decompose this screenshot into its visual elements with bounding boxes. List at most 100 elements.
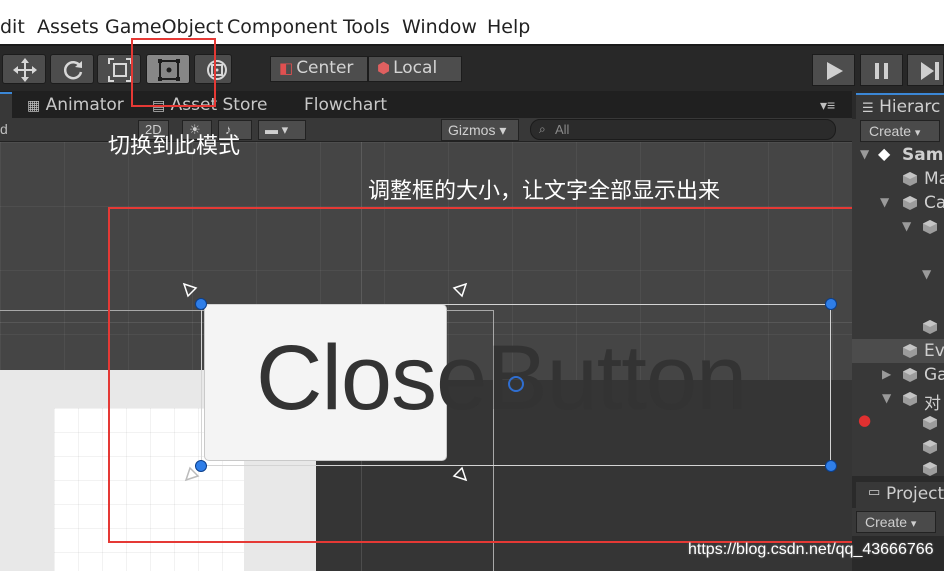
- image-icon: ▬: [265, 122, 278, 137]
- play-button[interactable]: [812, 54, 855, 86]
- mushroom-icon: ●: [858, 411, 872, 429]
- pivot-handle[interactable]: [508, 376, 524, 392]
- step-button[interactable]: [907, 54, 944, 86]
- effects-dropdown[interactable]: ▬ ▾: [258, 120, 306, 140]
- menu-gameobject[interactable]: GameObject: [105, 16, 223, 38]
- scale-icon: [108, 58, 132, 82]
- chevron-down-icon: ▾: [914, 127, 921, 139]
- anchor-bottom-right-icon[interactable]: [446, 460, 468, 482]
- gameobject-cube-icon: [923, 440, 937, 454]
- chevron-down-icon: ▾: [499, 122, 507, 138]
- tab-scene[interactable]: [0, 92, 12, 118]
- transform-tool-button[interactable]: [194, 54, 232, 84]
- watermark-url: https://blog.csdn.net/qq_43666766: [688, 541, 934, 558]
- expand-arrow-icon[interactable]: ▶: [882, 367, 891, 381]
- anchor-top-left-icon[interactable]: [182, 282, 204, 304]
- resize-hint-annotation: 调整框的大小，让文字全部显示出来: [368, 179, 721, 204]
- hierarchy-row-label: Ma: [924, 169, 944, 189]
- resize-handle-top-right[interactable]: [825, 298, 837, 310]
- gameobject-cube-icon: [903, 392, 917, 406]
- gameobject-cube-icon: [903, 196, 917, 210]
- main-toolbar: ◧ Center ⬢ Local: [0, 44, 944, 91]
- gameobject-cube-icon: [923, 416, 937, 430]
- step-icon: [921, 62, 939, 80]
- menu-assets[interactable]: Assets: [37, 16, 99, 38]
- gameobject-cube-icon: [903, 344, 917, 358]
- hierarchy-row[interactable]: ▼: [852, 215, 944, 239]
- hierarchy-row[interactable]: ▼ ◆ Sam: [852, 143, 944, 167]
- rect-tool-icon: [158, 59, 180, 81]
- menu-window[interactable]: Window: [402, 16, 477, 38]
- hierarchy-row[interactable]: ▶ Ga: [852, 363, 944, 387]
- tab-asset-store-label: Asset Store: [170, 95, 268, 115]
- cube-local-icon: ⬢: [377, 59, 391, 77]
- menu-component[interactable]: Component: [227, 16, 337, 38]
- hierarchy-list: ▼ ◆ Sam Ma ▼ Ca ▼ ▼ Ev ▶ Ga ▼ 对 ●: [852, 143, 944, 476]
- pause-button[interactable]: [860, 54, 903, 86]
- project-create-label: Create: [865, 514, 908, 530]
- rect-tool-button[interactable]: [146, 54, 190, 84]
- expand-arrow-icon[interactable]: ▼: [880, 195, 889, 209]
- animator-icon: ▦: [27, 98, 41, 114]
- hierarchy-row-label: Ev: [924, 341, 944, 361]
- tab-animator[interactable]: ▦ Animator: [27, 95, 124, 115]
- hierarchy-row[interactable]: ▼ 对: [852, 387, 944, 411]
- tab-hierarchy[interactable]: ☰ Hierarc: [856, 93, 944, 119]
- expand-arrow-icon[interactable]: ▼: [902, 219, 911, 233]
- menu-tools[interactable]: Tools: [343, 16, 390, 38]
- tab-project-label: Project: [886, 484, 944, 504]
- hierarchy-row[interactable]: ▼ Ca: [852, 191, 944, 215]
- project-toolbar: Create ▾: [852, 508, 944, 536]
- hierarchy-row[interactable]: [852, 315, 944, 339]
- hierarchy-row[interactable]: [852, 435, 944, 459]
- resize-handle-bottom-right[interactable]: [825, 460, 837, 472]
- rotate-icon: [63, 61, 83, 80]
- anchor-bottom-left-icon[interactable]: [184, 460, 206, 482]
- rotate-tool-button[interactable]: [50, 54, 94, 84]
- expand-arrow-icon[interactable]: ▼: [860, 147, 869, 161]
- move-tool-button[interactable]: [2, 54, 46, 84]
- hierarchy-create-button[interactable]: Create ▾: [860, 120, 940, 142]
- pivot-local-label: Local: [393, 58, 438, 78]
- tab-animator-label: Animator: [45, 95, 124, 115]
- project-create-button[interactable]: Create ▾: [856, 511, 936, 533]
- tab-flowchart[interactable]: Flowchart: [304, 95, 387, 115]
- scene-view[interactable]: CloseButton: [0, 142, 852, 571]
- pivot-local-button[interactable]: ⬢ Local: [368, 56, 462, 82]
- hierarchy-row-label: Sam: [902, 145, 944, 165]
- chevron-down-icon: ▾: [281, 122, 289, 137]
- hierarchy-row[interactable]: [852, 239, 944, 263]
- gizmos-dropdown[interactable]: Gizmos ▾: [441, 119, 519, 141]
- menu-edit[interactable]: dit: [0, 16, 25, 38]
- pivot-center-label: Center: [296, 58, 354, 78]
- gameobject-cube-icon: [903, 172, 917, 186]
- asset-store-icon: ▤: [152, 98, 166, 114]
- hierarchy-row[interactable]: ●: [852, 411, 944, 435]
- scale-tool-button[interactable]: [97, 54, 141, 84]
- expand-arrow-icon[interactable]: ▼: [922, 267, 931, 281]
- hierarchy-row[interactable]: Ma: [852, 167, 944, 191]
- scene-search-input[interactable]: ⌕ All: [530, 119, 836, 140]
- folder-icon: ▭: [868, 485, 881, 500]
- hierarchy-row-label: Ca: [924, 193, 944, 213]
- editor-tab-strip: ▦ Animator ▤ Asset Store Flowchart ▾≡: [0, 91, 852, 118]
- tab-asset-store[interactable]: ▤ Asset Store: [152, 95, 267, 115]
- tab-menu-icon[interactable]: ▾≡: [820, 97, 835, 114]
- pivot-center-button[interactable]: ◧ Center: [270, 56, 368, 82]
- hierarchy-icon: ☰: [862, 101, 874, 116]
- unity-scene-icon: ◆: [878, 144, 891, 163]
- hierarchy-row[interactable]: Ev: [852, 339, 944, 363]
- gameobject-cube-icon: [903, 368, 917, 382]
- expand-arrow-icon[interactable]: ▼: [882, 391, 891, 405]
- anchor-top-right-icon[interactable]: [446, 282, 468, 304]
- hierarchy-row[interactable]: ▼: [852, 263, 944, 287]
- menu-help[interactable]: Help: [487, 16, 530, 38]
- switch-mode-annotation: 切换到此模式: [108, 134, 241, 159]
- shading-mode-label[interactable]: d: [0, 121, 8, 137]
- pause-icon: [875, 63, 888, 79]
- search-placeholder: All: [555, 122, 570, 137]
- hierarchy-row-label: Ga: [924, 365, 944, 385]
- tab-project[interactable]: ▭ Project: [856, 482, 944, 508]
- tab-hierarchy-label: Hierarc: [879, 97, 941, 117]
- pivot-center-icon: ◧: [279, 59, 294, 77]
